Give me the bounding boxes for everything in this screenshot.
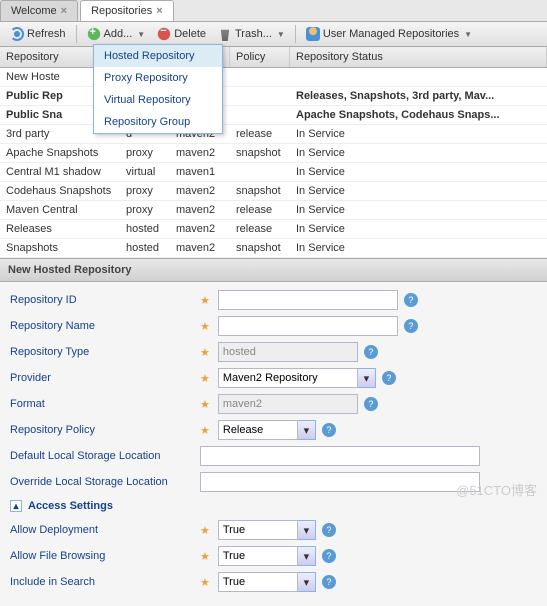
table-row[interactable]: Apache Snapshotsproxymaven2snapshotIn Se… (0, 144, 547, 163)
help-icon[interactable]: ? (322, 549, 336, 563)
table-row[interactable]: Releaseshostedmaven2releaseIn Service (0, 220, 547, 239)
col-status[interactable]: Repository Status (290, 47, 547, 67)
help-icon[interactable]: ? (382, 371, 396, 385)
chevron-down-icon[interactable]: ▾ (298, 572, 316, 592)
section-new-hosted: New Hosted Repository (0, 258, 547, 282)
default-loc-input[interactable] (200, 446, 480, 466)
table-row[interactable]: Codehaus Snapshotsproxymaven2snapshotIn … (0, 182, 547, 201)
label-format: Format (10, 398, 200, 410)
user-icon (306, 27, 320, 41)
provider-select[interactable] (218, 368, 358, 388)
chevron-down-icon[interactable]: ▾ (358, 368, 376, 388)
label-policy: Repository Policy (10, 424, 200, 436)
help-icon[interactable]: ? (322, 575, 336, 589)
add-button[interactable]: Add...▼ (82, 25, 151, 43)
close-icon[interactable]: × (156, 5, 162, 17)
required-icon: ★ (200, 398, 210, 411)
refresh-icon (10, 27, 24, 41)
policy-select[interactable] (218, 420, 298, 440)
repo-name-input[interactable] (218, 316, 398, 336)
refresh-button[interactable]: Refresh (5, 25, 71, 43)
menu-proxy-repository[interactable]: Proxy Repository (94, 67, 222, 89)
chevron-down-icon[interactable]: ▾ (298, 520, 316, 540)
table-row[interactable]: Snapshotshostedmaven2snapshotIn Service (0, 239, 547, 258)
label-allow-browse: Allow File Browsing (10, 550, 200, 562)
help-icon[interactable]: ? (364, 397, 378, 411)
repo-type-input (218, 342, 358, 362)
label-default-loc: Default Local Storage Location (10, 450, 200, 462)
override-loc-input[interactable] (200, 472, 480, 492)
grid-body: New HostedPublic Repmaven2Releases, Snap… (0, 68, 547, 258)
tab-repositories[interactable]: Repositories× (80, 0, 174, 21)
help-icon[interactable]: ? (404, 293, 418, 307)
grid-header: Repository Format Policy Repository Stat… (0, 47, 547, 68)
label-provider: Provider (10, 372, 200, 384)
watermark: @51CTO博客 (456, 480, 537, 499)
menu-virtual-repository[interactable]: Virtual Repository (94, 89, 222, 111)
menu-repository-group[interactable]: Repository Group (94, 111, 222, 133)
trash-button[interactable]: Trash...▼ (213, 25, 290, 43)
add-icon (87, 27, 101, 41)
required-icon: ★ (200, 372, 210, 385)
tab-bar: Welcome× Repositories× (0, 0, 547, 22)
label-repo-id: Repository ID (10, 294, 200, 306)
required-icon: ★ (200, 524, 210, 537)
label-override-loc: Override Local Storage Location (10, 476, 200, 488)
required-icon: ★ (200, 294, 210, 307)
menu-hosted-repository[interactable]: Hosted Repository (94, 45, 222, 67)
separator (76, 25, 77, 43)
chevron-down-icon: ▼ (277, 30, 285, 39)
delete-button[interactable]: Delete (152, 25, 211, 43)
label-include-search: Include in Search (10, 576, 200, 588)
required-icon: ★ (200, 576, 210, 589)
label-repo-type: Repository Type (10, 346, 200, 358)
chevron-down-icon: ▼ (464, 30, 472, 39)
label-repo-name: Repository Name (10, 320, 200, 332)
form-panel: Repository ID★? Repository Name★? Reposi… (0, 282, 547, 606)
label-allow-deploy: Allow Deployment (10, 524, 200, 536)
col-policy[interactable]: Policy (230, 47, 290, 67)
allow-browse-select[interactable] (218, 546, 298, 566)
add-dropdown-menu: Hosted Repository Proxy Repository Virtu… (93, 44, 223, 134)
required-icon: ★ (200, 346, 210, 359)
repo-id-input[interactable] (218, 290, 398, 310)
include-search-select[interactable] (218, 572, 298, 592)
trash-icon (218, 27, 232, 41)
access-settings-header: ▴Access Settings (10, 500, 537, 512)
required-icon: ★ (200, 424, 210, 437)
separator (295, 25, 296, 43)
table-row[interactable]: Maven Centralproxymaven2releaseIn Servic… (0, 201, 547, 220)
toolbar: Refresh Add...▼ Delete Trash...▼ User Ma… (0, 22, 547, 47)
chevron-down-icon: ▼ (137, 30, 145, 39)
chevron-down-icon[interactable]: ▾ (298, 420, 316, 440)
format-input (218, 394, 358, 414)
table-row[interactable]: Public Repmaven2Releases, Snapshots, 3rd… (0, 87, 547, 106)
table-row[interactable]: 3rd partydmaven2releaseIn Service (0, 125, 547, 144)
allow-deploy-select[interactable] (218, 520, 298, 540)
table-row[interactable]: New Hosted (0, 68, 547, 87)
chevron-down-icon[interactable]: ▾ (298, 546, 316, 566)
user-managed-button[interactable]: User Managed Repositories▼ (301, 25, 477, 43)
help-icon[interactable]: ? (322, 523, 336, 537)
required-icon: ★ (200, 550, 210, 563)
tab-welcome[interactable]: Welcome× (0, 0, 78, 21)
close-icon[interactable]: × (61, 5, 67, 17)
table-row[interactable]: Central M1 shadowvirtualmaven1In Service (0, 163, 547, 182)
required-icon: ★ (200, 320, 210, 333)
help-icon[interactable]: ? (322, 423, 336, 437)
table-row[interactable]: Public Snamaven2Apache Snapshots, Codeha… (0, 106, 547, 125)
help-icon[interactable]: ? (404, 319, 418, 333)
collapse-icon[interactable]: ▴ (10, 500, 22, 512)
help-icon[interactable]: ? (364, 345, 378, 359)
delete-icon (157, 27, 171, 41)
